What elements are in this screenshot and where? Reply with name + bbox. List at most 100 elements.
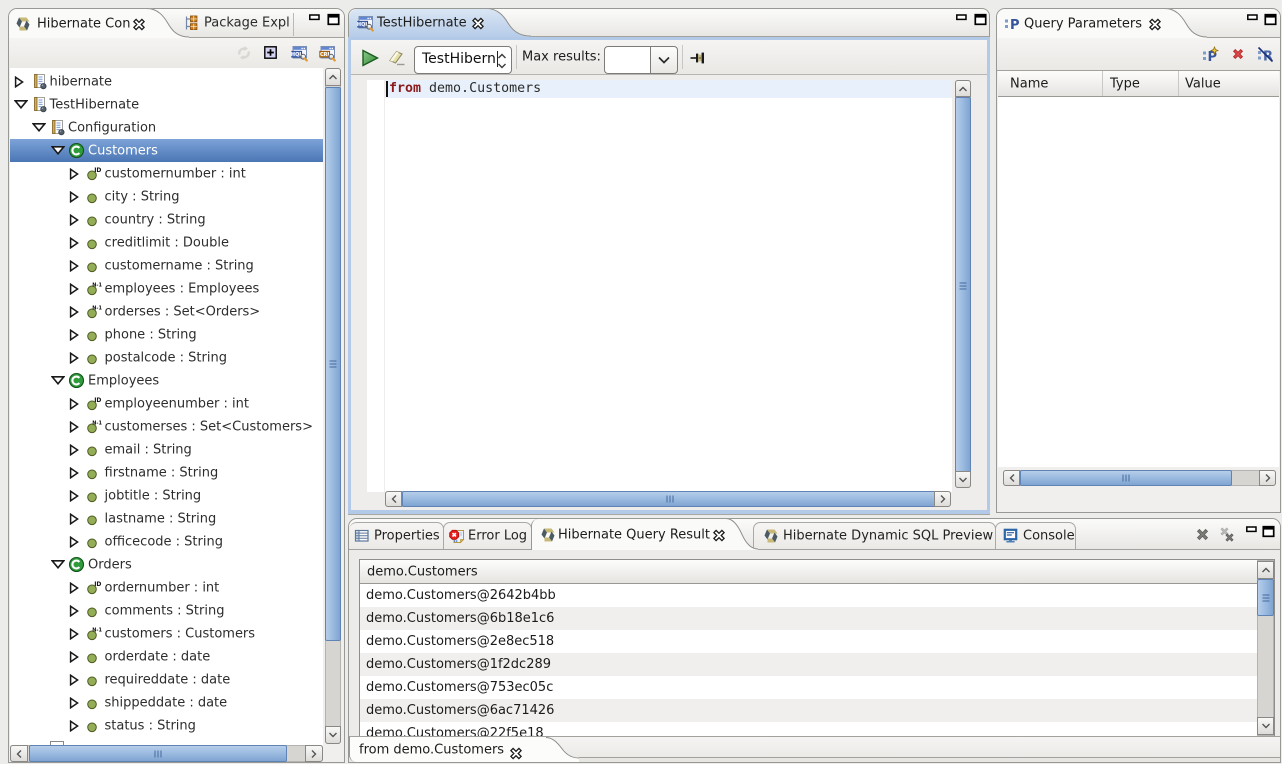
max-results-dropdown[interactable] (650, 46, 678, 74)
scroll-thumb[interactable] (1257, 579, 1274, 616)
tab-console[interactable]: Console (995, 522, 1076, 549)
scroll-left-button[interactable] (1003, 470, 1020, 486)
expand-arrow-icon[interactable] (69, 605, 79, 617)
tab-testhibernate-editor[interactable]: HQL TestHibernate (349, 9, 486, 37)
scroll-right-button[interactable] (934, 491, 951, 507)
close-icon[interactable] (713, 529, 724, 540)
close-icon[interactable] (472, 18, 483, 29)
editor-hscrollbar[interactable] (385, 491, 951, 507)
close-icon[interactable] (510, 744, 521, 755)
tree-item[interactable]: status : String (10, 714, 323, 737)
scroll-thumb[interactable] (325, 87, 341, 641)
clear-icon[interactable] (388, 49, 410, 68)
open-criteria-editor-icon[interactable]: CRI (319, 45, 336, 62)
collapse-arrow-icon[interactable] (51, 145, 61, 157)
tree-item[interactable]: Orders (10, 553, 323, 576)
scroll-thumb[interactable] (29, 745, 287, 762)
close-icon[interactable] (133, 18, 144, 29)
tree-item[interactable]: Customers (10, 139, 323, 162)
result-row[interactable]: demo.Customers@6ac71426 (360, 699, 1257, 722)
open-hql-editor-icon[interactable]: HQL (291, 45, 308, 62)
expand-arrow-icon[interactable] (69, 329, 79, 341)
tree-item[interactable]: postalcode : String (10, 346, 323, 369)
expand-arrow-icon[interactable] (69, 421, 79, 433)
expand-arrow-icon[interactable] (14, 76, 24, 88)
expand-arrow-icon[interactable] (69, 674, 79, 686)
column-name[interactable]: Name (1010, 76, 1048, 91)
result-vscrollbar[interactable] (1257, 560, 1274, 736)
minimize-icon[interactable] (1245, 525, 1258, 538)
tree-item[interactable]: requireddate : date (10, 668, 323, 691)
maximize-icon[interactable] (327, 13, 340, 26)
tree-item[interactable]: orderdate : date (10, 645, 323, 668)
expand-arrow-icon[interactable] (69, 237, 79, 249)
editor-vscrollbar[interactable] (955, 80, 971, 488)
expand-arrow-icon[interactable] (69, 513, 79, 525)
tree-item[interactable]: email : String (10, 438, 323, 461)
maximize-icon[interactable] (1262, 525, 1275, 538)
tab-hibernate-dynamic-sql-preview[interactable]: Hibernate Dynamic SQL Preview (753, 522, 996, 549)
expand-arrow-icon[interactable] (69, 651, 79, 663)
tree-item[interactable]: shippeddate : date (10, 691, 323, 714)
tree-item[interactable]: customername : String (10, 254, 323, 277)
tab-error-log[interactable]: Error Log (443, 522, 532, 549)
tree-item[interactable]: IDcustomernumber : int (10, 162, 323, 185)
collapse-arrow-icon[interactable] (51, 375, 61, 387)
tree-item[interactable]: TestHibernate (10, 93, 323, 116)
expand-arrow-icon[interactable] (69, 444, 79, 456)
remove-query-result-icon[interactable] (1195, 527, 1210, 542)
tree-item[interactable]: IDemployeenumber : int (10, 392, 323, 415)
expand-arrow-icon[interactable] (69, 191, 79, 203)
tab-query-parameters[interactable]: P Query Parameters (997, 9, 1165, 38)
tab-from-demo-customers[interactable]: from demo.Customers (349, 737, 546, 762)
expand-arrow-icon[interactable] (69, 467, 79, 479)
tree-item[interactable]: firstname : String (10, 461, 323, 484)
toggle-remember-icon[interactable]: R (1257, 46, 1274, 63)
expand-arrow-icon[interactable] (69, 352, 79, 364)
tree-item[interactable]: IDordernumber : int (10, 576, 323, 599)
maximize-icon[interactable] (974, 13, 987, 26)
column-type[interactable]: Type (1110, 76, 1140, 91)
tab-properties[interactable]: Properties (349, 522, 444, 549)
max-results-input[interactable] (604, 46, 651, 74)
scroll-down-button[interactable] (955, 471, 971, 488)
expand-arrow-icon[interactable] (69, 168, 79, 180)
remove-all-query-results-icon[interactable] (1219, 526, 1236, 543)
expand-arrow-icon[interactable] (69, 398, 79, 410)
tab-hibernate-query-result[interactable]: Hibernate Query Result (531, 519, 726, 550)
expand-arrow-icon[interactable] (69, 720, 79, 732)
tree-item[interactable]: comments : String (10, 599, 323, 622)
close-icon[interactable] (1149, 18, 1160, 29)
scroll-thumb[interactable] (955, 97, 971, 475)
add-configuration-icon[interactable] (264, 46, 277, 59)
tree-item[interactable]: jobtitle : String (10, 484, 323, 507)
expand-arrow-icon[interactable] (69, 283, 79, 295)
spinner-icon[interactable] (497, 50, 507, 76)
tree-item[interactable]: creditlimit : Double (10, 231, 323, 254)
tree-item[interactable]: N-1customers : Customers (10, 622, 323, 645)
result-table-header[interactable]: demo.Customers (360, 560, 1274, 584)
tree-item[interactable]: N-1employees : Employees (10, 277, 323, 300)
maximize-icon[interactable] (1264, 13, 1277, 26)
tab-hibernate-configurations[interactable]: Hibernate Con (9, 9, 147, 38)
result-row[interactable]: demo.Customers@2e8ec518 (360, 630, 1257, 653)
tree-item[interactable]: lastname : String (10, 507, 323, 530)
scroll-thumb[interactable] (402, 491, 937, 507)
result-row[interactable]: demo.Customers@1f2dc289 (360, 653, 1257, 676)
minimize-icon[interactable] (308, 13, 321, 26)
collapse-arrow-icon[interactable] (51, 559, 61, 571)
expand-arrow-icon[interactable] (69, 628, 79, 640)
scroll-thumb[interactable] (1020, 470, 1232, 486)
tree-item[interactable]: Configuration (10, 116, 323, 139)
scroll-left-button[interactable] (10, 745, 28, 762)
query-name-combo[interactable]: TestHibern (414, 46, 512, 74)
editor-text-area[interactable]: from demo.Customers (385, 80, 952, 492)
expand-arrow-icon[interactable] (69, 536, 79, 548)
scroll-right-button[interactable] (1259, 470, 1276, 486)
tree-item[interactable]: hibernate (10, 70, 323, 93)
add-parameter-icon[interactable]: P (1202, 46, 1219, 63)
expand-arrow-icon[interactable] (69, 260, 79, 272)
tree-vscrollbar[interactable] (325, 68, 341, 744)
expand-arrow-icon[interactable] (69, 697, 79, 709)
tree-item[interactable]: country : String (10, 208, 323, 231)
